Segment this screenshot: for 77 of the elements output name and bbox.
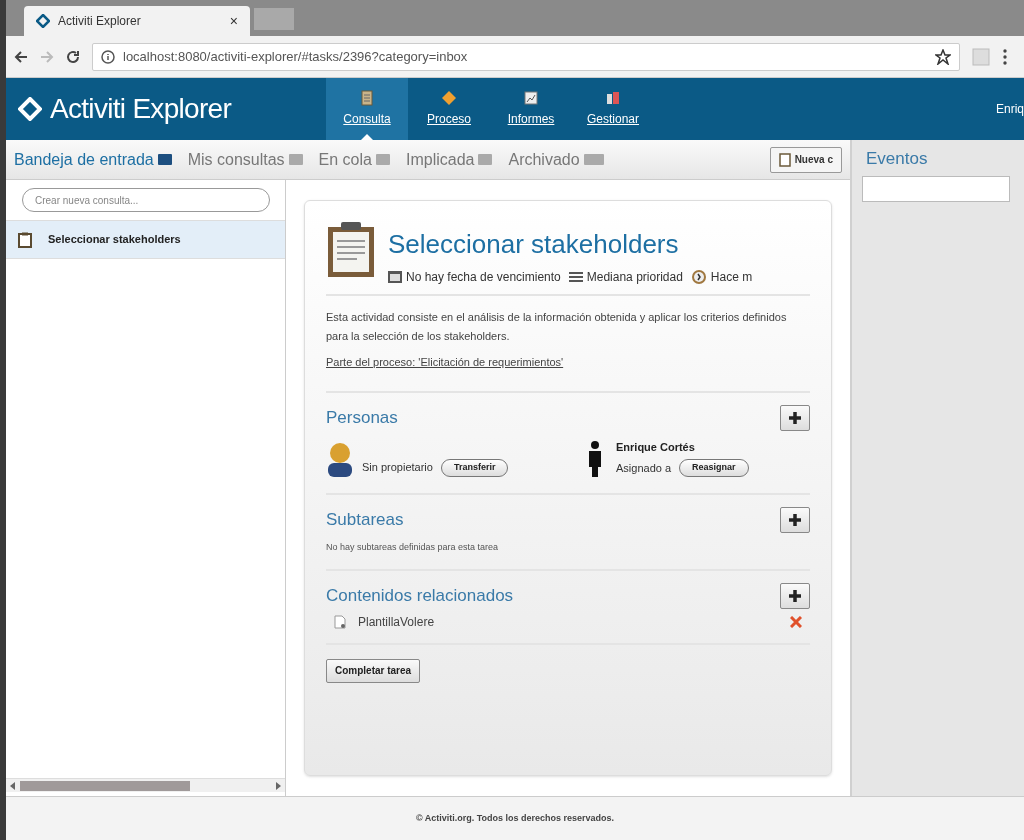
pointer-icon <box>361 134 373 140</box>
user-name[interactable]: Enriq <box>996 100 1024 118</box>
delete-icon <box>790 616 802 628</box>
transfer-button[interactable]: Transferir <box>440 459 509 477</box>
info-icon <box>101 49 115 64</box>
clipboard-icon <box>18 231 32 248</box>
process-link[interactable]: Parte del proceso: 'Elicitación de requerimientos' <box>326 354 564 371</box>
calendar-icon <box>388 271 402 283</box>
subtab[interactable]: Implicada <box>405 147 493 172</box>
close-button[interactable]: × <box>229 10 238 32</box>
subtab[interactable]: Bandeja de entrada <box>14 147 172 172</box>
clock-icon <box>690 269 707 285</box>
count-badge-icon <box>157 154 172 165</box>
scrollbar-thumb[interactable] <box>20 780 190 791</box>
scrollbar[interactable] <box>6 778 285 792</box>
clipboard-icon <box>359 90 375 106</box>
task-description: Esta actividad consiste en el análisis de la información obtenida y aplicar los criterios definidos para la selección de los stakeholders. <box>326 310 788 344</box>
document-icon <box>334 615 346 629</box>
address-field[interactable]: localhost:8080/activiti-explorer/#tasks/2396?category=inbox <box>92 42 960 71</box>
diamond-icon <box>441 90 457 106</box>
owner-text: Sin propietario <box>362 459 433 475</box>
clipboard-icon <box>778 152 791 167</box>
count-badge-icon <box>478 154 493 165</box>
section-title: Personas <box>326 406 398 429</box>
new-task-button[interactable]: Nueva c <box>769 146 842 173</box>
assignee-text: Asignado a <box>616 460 672 476</box>
diamond-icon <box>36 14 50 28</box>
search-field[interactable]: Crear nueva consulta... <box>22 188 270 212</box>
priority-icon <box>568 272 583 282</box>
person-icon <box>586 441 604 477</box>
add-button[interactable] <box>780 583 810 609</box>
plus-icon <box>789 514 801 526</box>
star-icon <box>935 48 951 65</box>
nav-tab[interactable]: Proceso <box>408 78 490 140</box>
browser-tab[interactable]: Activiti Explorer × <box>24 6 250 36</box>
extension-icon <box>972 47 990 66</box>
back-icon <box>14 49 28 64</box>
forward-icon <box>40 49 54 64</box>
subtab[interactable]: Archivado <box>508 147 604 172</box>
count-badge-icon <box>288 154 303 165</box>
diamond-logo-icon <box>18 97 42 121</box>
left-arrow-icon <box>10 781 16 790</box>
due-date-text: No hay fecha de vencimiento <box>406 269 561 286</box>
person-icon <box>326 441 354 477</box>
add-button[interactable] <box>780 507 810 533</box>
count-badge-icon <box>583 154 604 165</box>
reload-icon <box>66 49 80 64</box>
reassign-button[interactable]: Reasignar <box>679 459 749 477</box>
task-list-item[interactable]: Seleccionar stakeholders <box>6 221 285 259</box>
add-button[interactable] <box>780 404 810 431</box>
clipboard-icon <box>326 221 376 279</box>
plus-icon <box>789 411 801 424</box>
right-arrow-icon <box>275 781 281 790</box>
url-text: localhost:8080/activiti-explorer/#tasks/2396?category=inbox <box>123 47 469 66</box>
plus-icon <box>789 590 801 602</box>
nav-tab[interactable]: Consulta <box>326 78 408 140</box>
app-logo: Activiti Explorer <box>50 92 232 126</box>
tab-title: Activiti Explorer <box>58 13 142 30</box>
count-badge-icon <box>375 154 390 165</box>
section-title: Contenidos relacionados <box>326 585 514 608</box>
footer-text: © Activiti.org. Todos los derechos reservados. <box>415 811 615 825</box>
task-title: Seleccionar stakeholders <box>388 228 680 261</box>
assignee-name: Enrique Cortés <box>616 439 696 455</box>
nav-tab[interactable]: Gestionar <box>572 78 654 140</box>
subtab[interactable]: Mis consultas <box>187 147 303 172</box>
subtab[interactable]: En cola <box>318 147 390 172</box>
section-title: Subtareas <box>326 509 404 532</box>
complete-task-button[interactable]: Completar tarea <box>326 658 421 683</box>
chart-icon <box>523 90 539 106</box>
nav-tab[interactable]: Informes <box>490 78 572 140</box>
events-field[interactable] <box>862 175 1010 202</box>
attachment-link[interactable]: PlantillaVolere <box>358 613 778 631</box>
created-time-text: Hace m <box>710 269 753 286</box>
menu-icon <box>1002 48 1008 65</box>
events-title: Eventos <box>866 148 929 170</box>
empty-subtasks-text: No hay subtareas definidas para esta tarea <box>326 542 499 552</box>
priority-text: Mediana prioridad <box>586 269 683 286</box>
